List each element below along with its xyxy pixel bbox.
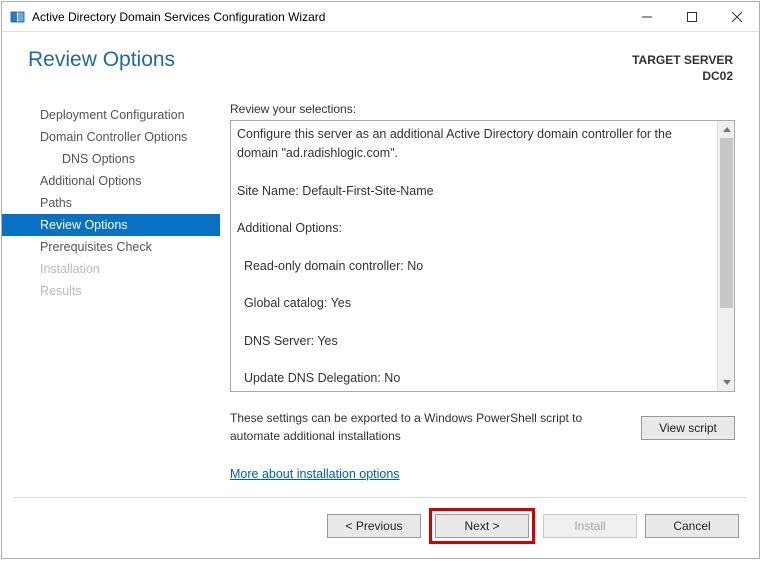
nav-step[interactable]: Prerequisites Check [2, 236, 220, 258]
window-title: Active Directory Domain Services Configu… [32, 10, 624, 24]
target-server-name: DC02 [632, 68, 733, 84]
nav-step[interactable]: Domain Controller Options [2, 126, 220, 148]
scroll-up-arrow[interactable] [718, 121, 735, 138]
target-server-block: TARGET SERVER DC02 [632, 48, 733, 84]
nav-step[interactable]: Paths [2, 192, 220, 214]
window-controls [624, 2, 759, 32]
cancel-button[interactable]: Cancel [645, 514, 739, 538]
next-button[interactable]: Next > [435, 514, 529, 538]
minimize-button[interactable] [624, 2, 669, 32]
wizard-footer: < Previous Next > Install Cancel [2, 498, 759, 558]
nav-step[interactable]: Deployment Configuration [2, 104, 220, 126]
nav-step[interactable]: Additional Options [2, 170, 220, 192]
scroll-thumb[interactable] [720, 138, 733, 308]
content-area: Review your selections: Configure this s… [220, 98, 735, 487]
wizard-window: Active Directory Domain Services Configu… [1, 1, 760, 559]
nav-step[interactable]: Review Options [2, 214, 220, 236]
maximize-button[interactable] [669, 2, 714, 32]
app-icon [10, 9, 26, 25]
titlebar: Active Directory Domain Services Configu… [2, 2, 759, 32]
wizard-header: Review Options TARGET SERVER DC02 [2, 32, 759, 98]
nav-step[interactable]: DNS Options [2, 148, 220, 170]
nav-step: Installation [2, 258, 220, 280]
page-heading: Review Options [28, 48, 175, 84]
export-text: These settings can be exported to a Wind… [230, 410, 627, 445]
previous-button[interactable]: < Previous [327, 514, 421, 538]
view-script-button[interactable]: View script [641, 416, 735, 440]
scroll-down-arrow[interactable] [718, 374, 735, 391]
next-button-highlight: Next > [429, 508, 535, 544]
more-info-link[interactable]: More about installation options [230, 467, 735, 481]
export-row: These settings can be exported to a Wind… [230, 410, 735, 445]
step-nav: Deployment ConfigurationDomain Controlle… [2, 98, 220, 487]
nav-step: Results [2, 280, 220, 302]
target-label: TARGET SERVER [632, 52, 733, 68]
install-button: Install [543, 514, 637, 538]
review-textbox[interactable]: Configure this server as an additional A… [230, 120, 735, 392]
review-label: Review your selections: [230, 102, 735, 116]
close-button[interactable] [714, 2, 759, 32]
review-text: Configure this server as an additional A… [231, 121, 716, 391]
scrollbar[interactable] [717, 121, 734, 391]
wizard-body: Deployment ConfigurationDomain Controlle… [2, 98, 759, 487]
